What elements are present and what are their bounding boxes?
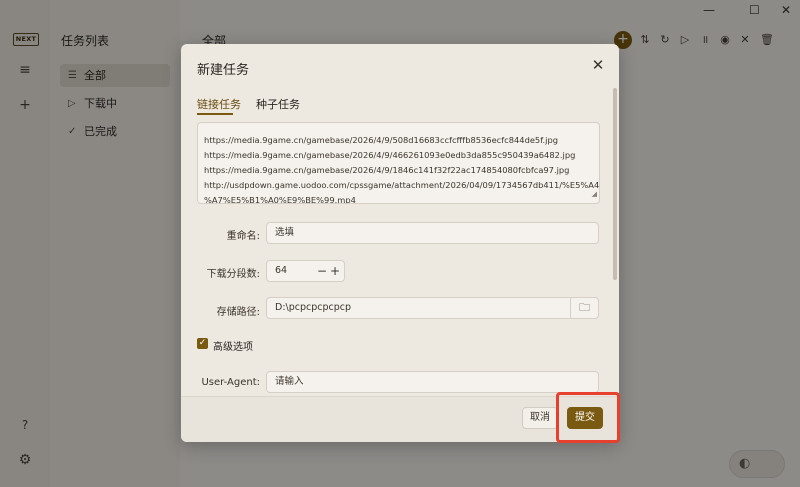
url-line: https://media.9game.cn/gamebase/2026/4/9… [204,135,559,145]
url-line: %A7%E5%B1%A0%E9%BE%99.mp4 [204,195,356,204]
segments-value: 64 [275,265,288,276]
segments-stepper[interactable]: 64 − + [266,260,345,282]
url-line: http://usdpdown.game.uodoo.com/cpssgame/… [204,180,600,190]
dialog-scrollbar[interactable] [613,88,617,280]
tab-link-task[interactable]: 链接任务 [197,96,241,112]
dialog-title: 新建任务 [197,63,250,78]
save-path-value: D:\pcpcpcpcpcp [275,302,352,313]
url-line: https://media.9game.cn/gamebase/2026/4/9… [204,150,576,160]
segments-label: 下载分段数: [206,269,260,280]
new-task-dialog: 新建任务 ✕ 链接任务 种子任务 https://media.9game.cn/… [181,44,619,442]
minus-icon[interactable]: − [317,261,327,281]
submit-highlight-box [556,392,620,443]
tab-torrent-task[interactable]: 种子任务 [256,96,300,112]
advanced-label[interactable]: 高级选项 [213,338,253,353]
advanced-checkbox[interactable]: ✓ [197,338,208,349]
user-agent-label: User-Agent: [201,377,260,388]
user-agent-input[interactable]: 请输入 [266,371,599,393]
resize-grip-icon[interactable]: ◢ [592,187,597,202]
plus-icon[interactable]: + [330,261,340,281]
save-path-input[interactable]: D:\pcpcpcpcpcp 🗀 [266,297,599,319]
close-icon[interactable]: ✕ [589,56,607,74]
rename-input[interactable]: 选填 [266,222,599,244]
url-line-partial [204,126,593,133]
url-textarea[interactable]: https://media.9game.cn/gamebase/2026/4/9… [197,122,600,204]
url-line: https://media.9game.cn/gamebase/2026/4/9… [204,165,570,175]
dialog-footer: 取消 提交 [181,396,619,442]
rename-label: 重命名: [226,231,260,242]
save-path-label: 存储路径: [216,307,260,318]
cancel-button[interactable]: 取消 [522,407,558,429]
folder-icon[interactable]: 🗀 [570,298,598,318]
active-tab-indicator [197,113,233,115]
